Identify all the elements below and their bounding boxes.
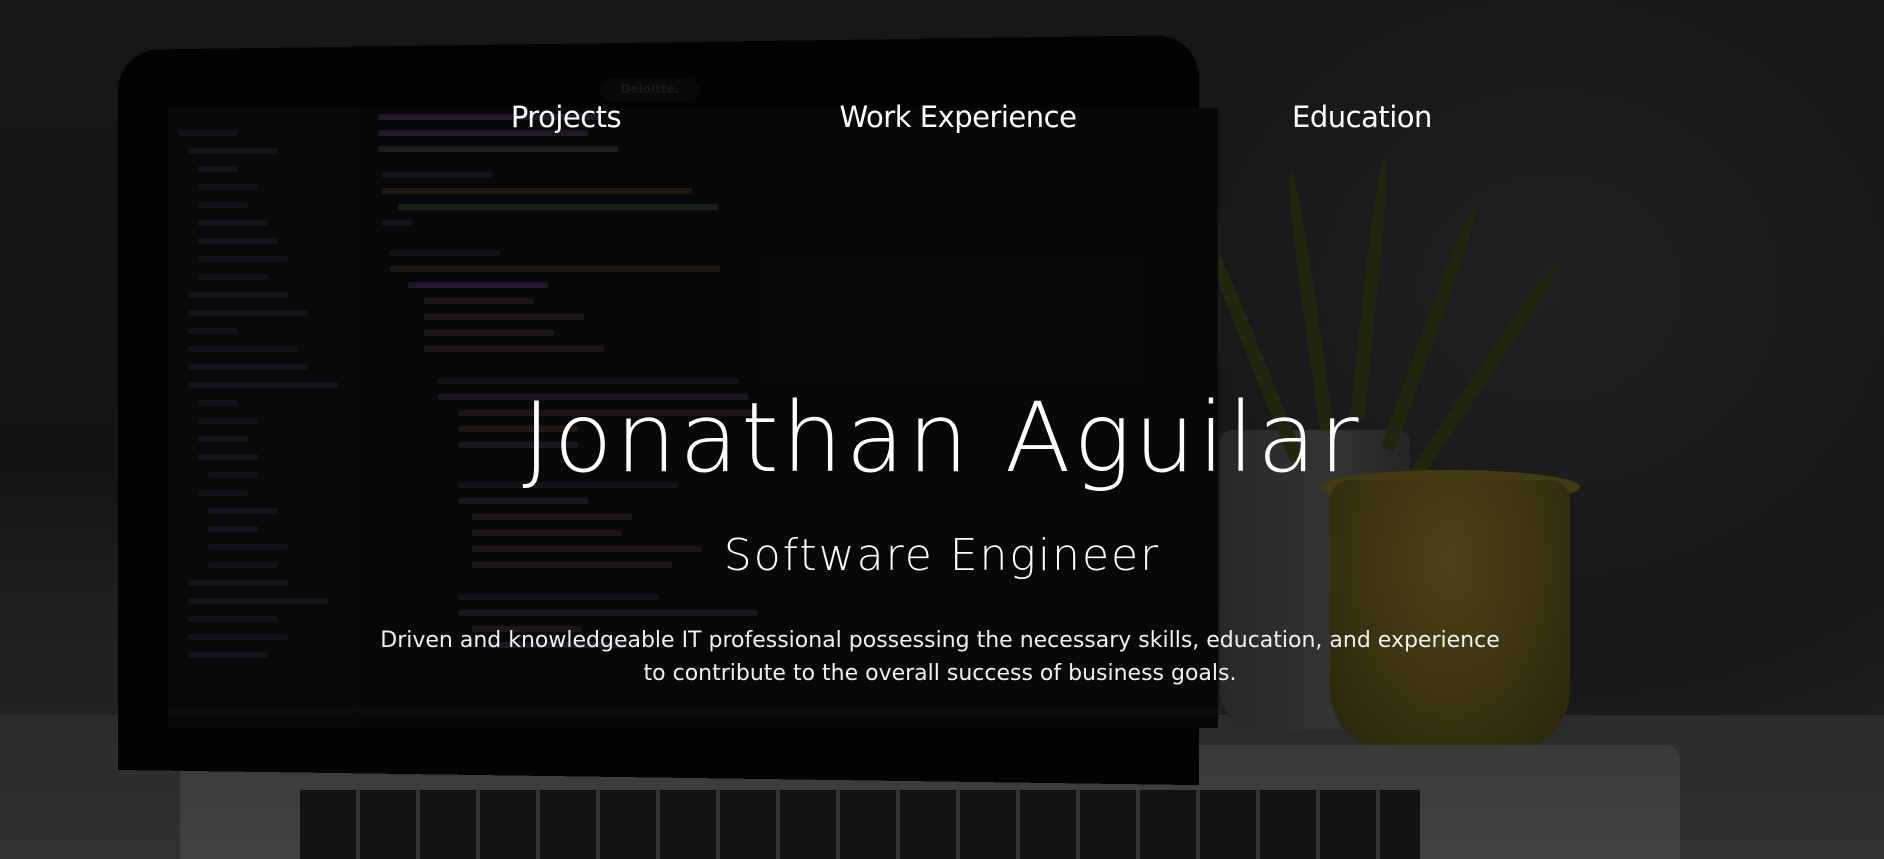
nav-link-projects[interactable]: Projects (511, 100, 622, 134)
nav-link-work-experience[interactable]: Work Experience (840, 100, 1077, 134)
hero-summary: Driven and knowledgeable IT professional… (380, 628, 1500, 686)
hero-section: Deloitte. Projects Work Experience Educa… (0, 0, 1884, 859)
nav-link-education[interactable]: Education (1292, 100, 1432, 134)
hero-name: Jonathan Aguilar (522, 382, 1362, 494)
top-navigation: Projects Work Experience Education (0, 100, 1884, 160)
hero-title: Software Engineer (723, 530, 1161, 581)
